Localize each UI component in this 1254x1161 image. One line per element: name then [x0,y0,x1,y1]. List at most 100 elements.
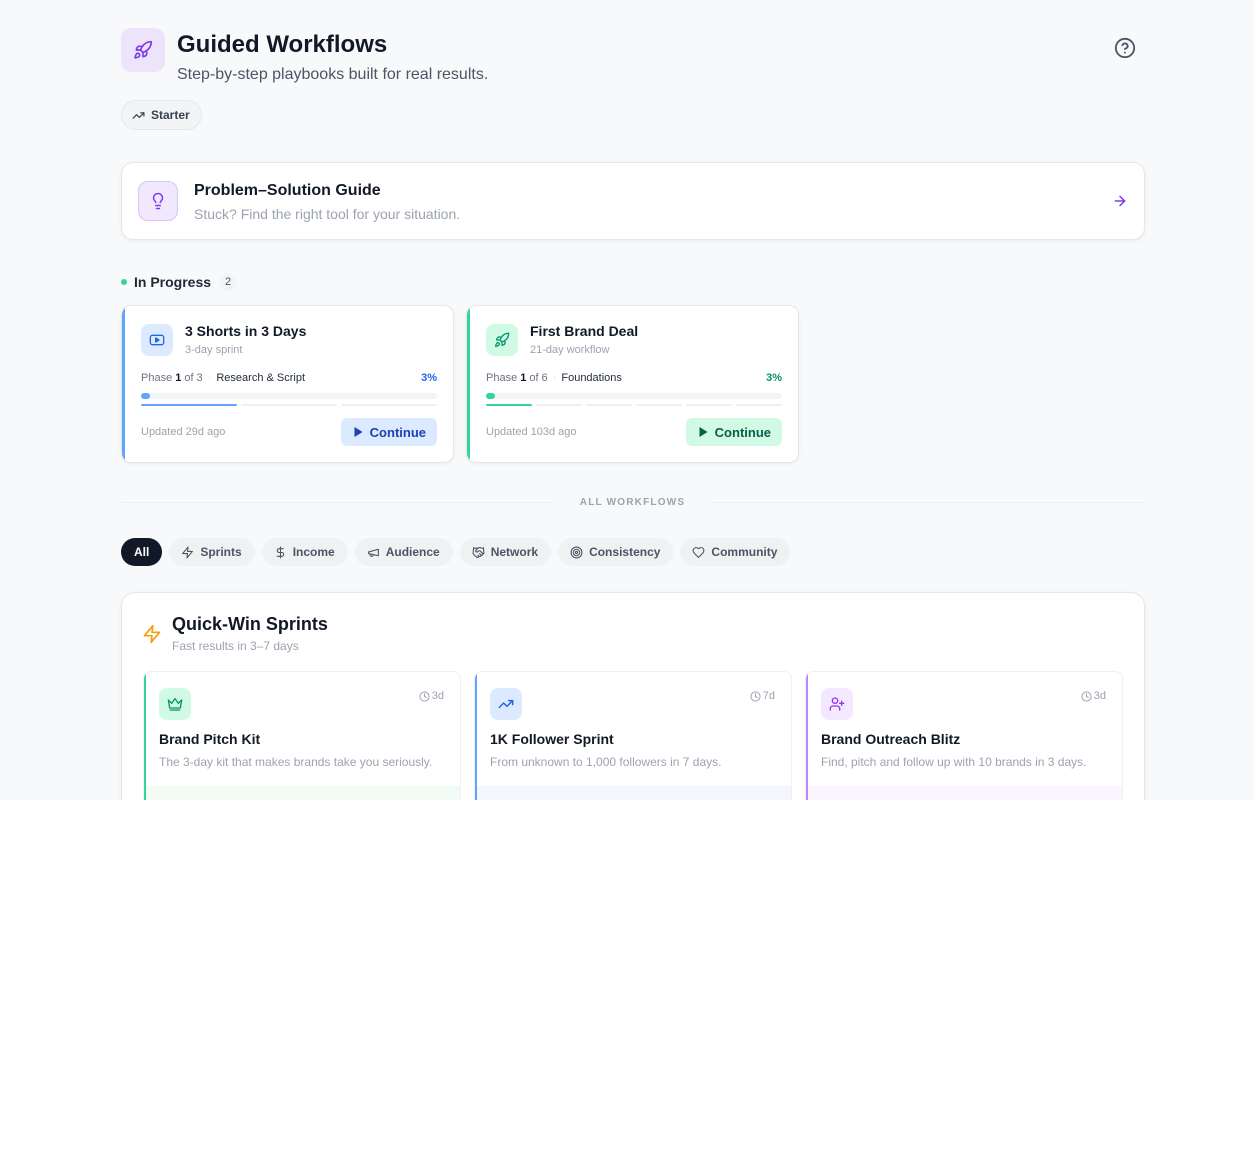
progress-bar-fill [141,393,150,399]
all-workflows-heading: ALL WORKFLOWS [579,497,686,508]
sprint-card[interactable]: 3d Brand Pitch Kit The 3-day kit that make… [143,671,461,800]
target-icon [570,546,583,559]
in-progress-count: 2 [219,273,237,291]
continue-button[interactable]: Continue [340,418,437,446]
phase-segment [736,404,782,406]
workflow-title: First Brand Deal [530,323,639,339]
play-video-icon [141,324,173,356]
page-title: Guided Workflows [177,31,388,58]
in-progress-card[interactable]: First Brand Deal 21-day workflow Phase 1 of … [466,305,799,463]
sprint-description: From unknown to 1,000 followers in 7 day… [490,755,722,769]
phase-segment [636,404,682,406]
dollar-icon [274,546,287,559]
sprint-card-footer [146,786,460,800]
sprint-card-footer [477,786,791,800]
phase-total: of 3 [184,372,203,384]
divider-left [121,502,553,503]
progress-bar [486,393,782,399]
card-accent [467,306,470,462]
workflow-title: 3 Shorts in 3 Days [185,323,307,339]
filter-chip-consistency[interactable]: Consistency [558,538,674,566]
guide-subtitle: Stuck? Find the right tool for your situ… [194,206,461,222]
continue-button[interactable]: Continue [685,418,782,446]
rocket-icon [486,324,518,356]
handshake-icon [472,546,485,559]
phase-current: 1 [520,372,527,384]
lightning-icon [142,623,162,645]
section-subtitle: Fast results in 3–7 days [172,639,299,653]
divider-right [712,502,1145,503]
trending-up-icon [490,688,522,720]
sprint-description: The 3-day kit that makes brands take you… [159,755,433,769]
filter-chip-label: Consistency [589,545,661,559]
filter-chip-label: Network [490,545,539,559]
phase-segment [141,404,237,406]
phase-segments [141,404,437,406]
arrow-right-icon [1112,193,1128,209]
filter-chips: All Sprints Income Audience Network Consisten… [121,538,791,566]
clock-icon [1081,690,1092,702]
help-button[interactable] [1113,36,1137,60]
duration-label: 3d [431,690,444,702]
separator-dot: · [552,372,557,384]
help-icon [1114,37,1136,59]
progress-percent: 3% [766,372,782,384]
filter-chip-label: Community [711,545,778,559]
user-plus-icon [821,688,853,720]
duration-badge: 3d [419,690,444,702]
card-accent [806,672,808,800]
phase-segment [536,404,582,406]
problem-solution-guide-card[interactable]: Problem–Solution Guide Stuck? Find the r… [121,162,1145,240]
last-updated: Updated 103d ago [486,426,577,438]
phase-indicator: Phase 1 of 6 · Foundations [486,372,622,384]
clock-icon [750,690,761,702]
phase-segment [686,404,732,406]
filter-chip-label: Income [292,545,335,559]
card-accent [475,672,477,800]
progress-percent: 3% [421,372,437,384]
section-title: Quick-Win Sprints [172,614,328,634]
crown-icon [159,688,191,720]
app-viewport: Guided Workflows Step-by-step playbooks … [0,0,1254,800]
duration-label: 7d [762,690,775,702]
card-accent [144,672,146,800]
workflow-subtitle: 3-day sprint [185,344,243,356]
tier-badge-label: Starter [151,108,190,122]
filter-chip-audience[interactable]: Audience [354,538,453,566]
progress-bar [141,393,437,399]
separator-dot: · [207,372,212,384]
phase-segment [586,404,632,406]
status-dot [121,279,127,285]
filter-chip-community[interactable]: Community [680,538,791,566]
phase-indicator: Phase 1 of 3 · Research & Script [141,372,305,384]
lightbulb-icon [138,181,178,221]
duration-badge: 7d [750,690,775,702]
filter-chip-all[interactable]: All [121,538,163,566]
continue-label: Continue [714,424,771,440]
clock-icon [419,690,430,702]
phase-prefix: Phase [141,372,173,384]
filter-chip-label: Sprints [200,545,242,559]
filter-chip-income[interactable]: Income [261,538,348,566]
play-icon [353,426,364,438]
rocket-icon [121,28,165,72]
filter-chip-label: All [134,545,150,559]
lightning-icon [181,546,194,559]
in-progress-label: In Progress [134,274,212,290]
sprint-card[interactable]: 7d 1K Follower Sprint From unknown to 1,00… [474,671,792,800]
filter-chip-network[interactable]: Network [459,538,552,566]
continue-label: Continue [369,424,426,440]
filter-chip-sprints[interactable]: Sprints [169,538,255,566]
sprint-title: Brand Pitch Kit [159,731,261,747]
progress-bar-fill [486,393,495,399]
in-progress-card[interactable]: 3 Shorts in 3 Days 3-day sprint Phase 1 of 3… [121,305,454,463]
phase-name: Research & Script [216,372,306,384]
phase-segment [241,404,337,406]
sprint-title: 1K Follower Sprint [490,731,614,747]
card-accent [122,306,125,462]
sprint-card[interactable]: 3d Brand Outreach Blitz Find, pitch and fo… [805,671,1123,800]
phase-segment [486,404,532,406]
workflow-subtitle: 21-day workflow [530,344,610,356]
last-updated: Updated 29d ago [141,426,226,438]
filter-chip-label: Audience [385,545,440,559]
